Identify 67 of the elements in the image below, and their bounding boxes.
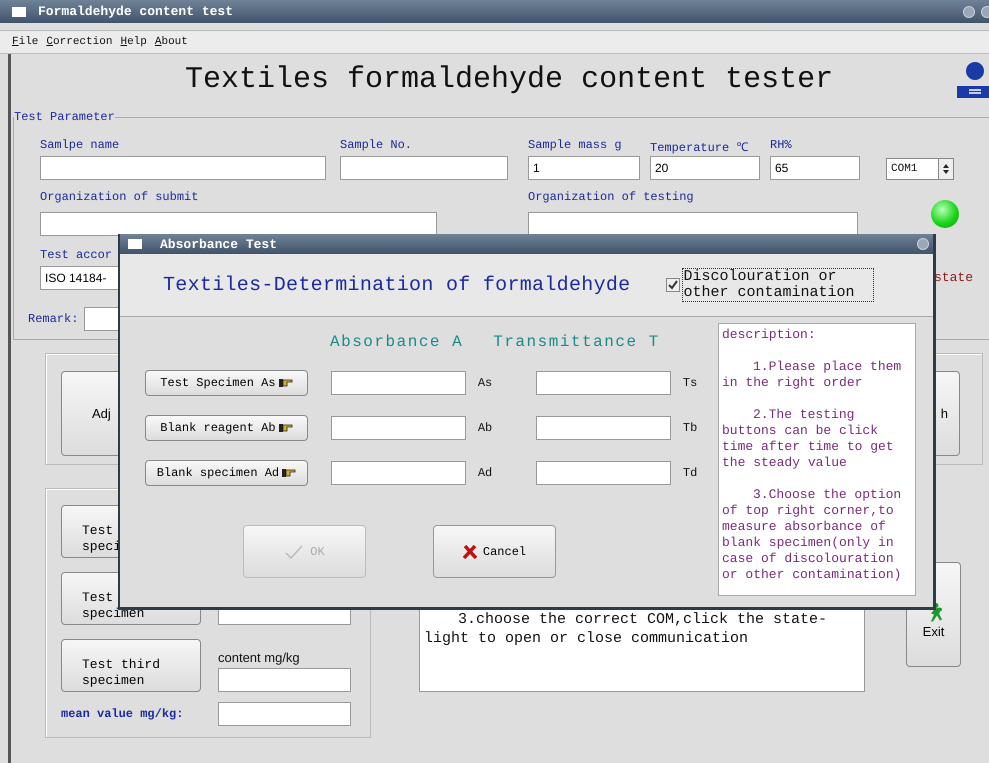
- text-field[interactable]: 1: [528, 156, 640, 180]
- measure-button[interactable]: Test Specimen As: [145, 370, 308, 396]
- field-label: Temperature ℃: [650, 140, 750, 154]
- text-field[interactable]: [528, 212, 858, 236]
- text-field[interactable]: [40, 212, 437, 236]
- dialog-title: Absorbance Test: [160, 236, 278, 252]
- port-select[interactable]: COM1: [886, 158, 954, 180]
- dialog-heading: Textiles-Determination of formaldehyde: [163, 274, 630, 296]
- measure-button[interactable]: Blank specimen Ad: [145, 460, 308, 486]
- absorbance-field[interactable]: [330, 416, 466, 440]
- mean-value-field[interactable]: [218, 702, 351, 726]
- window-icon: [128, 239, 142, 249]
- close-button[interactable]: [917, 238, 929, 250]
- field-label: Sample No.: [340, 138, 414, 154]
- unit-label: Ab: [478, 421, 494, 435]
- field-label: Organization of testing: [528, 190, 695, 206]
- group-title: Test Parameter: [14, 110, 115, 124]
- field-label: Remark:: [28, 312, 78, 326]
- field-label: Test accor: [40, 248, 114, 264]
- test-specimen-button[interactable]: Test third specimen: [61, 639, 201, 692]
- pointing-hand-icon: [282, 468, 296, 478]
- pointing-hand-icon: [278, 378, 293, 388]
- status-label: state: [934, 270, 974, 285]
- menu-item[interactable]: About: [154, 36, 188, 48]
- field-label: RH%: [770, 138, 793, 154]
- column-heading: Transmittance T: [493, 333, 660, 351]
- unit-label: Tb: [682, 421, 698, 435]
- transmittance-field[interactable]: [536, 371, 671, 395]
- text-field[interactable]: [340, 156, 508, 180]
- text-field[interactable]: 65: [770, 156, 860, 180]
- unit-label: Ts: [682, 376, 698, 390]
- checkbox[interactable]: [666, 278, 680, 292]
- mean-value-label: mean value mg/kg:: [61, 707, 184, 721]
- status-light[interactable]: [931, 200, 959, 228]
- content-label: content mg/kg: [218, 650, 301, 665]
- description-text: 1.Please place them in the right order: [722, 359, 902, 391]
- cancel-button[interactable]: Cancel: [433, 525, 556, 578]
- measure-button[interactable]: Blank reagent Ab: [145, 415, 308, 441]
- checkbox-label[interactable]: Discolouration or other contamination: [682, 268, 874, 302]
- window-title: Formaldehyde content test: [38, 4, 234, 19]
- spinner-arrows-icon: [943, 164, 949, 174]
- field-label: Organization of submit: [40, 190, 200, 206]
- transmittance-field[interactable]: [536, 461, 671, 485]
- minimize-button[interactable]: [963, 6, 975, 18]
- text-field[interactable]: 20: [650, 156, 760, 180]
- check-icon: [284, 544, 304, 560]
- column-heading: Absorbance A: [330, 333, 464, 351]
- content-field[interactable]: [218, 668, 351, 692]
- pointing-hand-icon: [278, 423, 293, 433]
- unit-label: Td: [682, 466, 698, 480]
- menu-item[interactable]: Correction: [46, 36, 112, 48]
- transmittance-field[interactable]: [536, 416, 671, 440]
- unit-label: As: [478, 376, 494, 390]
- field-label: Samlpe name: [40, 138, 120, 154]
- field-label: Sample mass g: [528, 138, 623, 154]
- menu-item[interactable]: Help: [120, 36, 147, 48]
- description-text: 2.The testing buttons can be click time after time to get the steady value: [722, 407, 895, 471]
- absorbance-field[interactable]: [330, 461, 466, 485]
- close-icon: [462, 544, 477, 558]
- menu-item[interactable]: File: [12, 36, 38, 48]
- absorbance-field[interactable]: [330, 371, 466, 395]
- logo-icon: [955, 60, 989, 100]
- unit-label: Ad: [478, 466, 494, 480]
- window-icon: [12, 6, 26, 16]
- description-title: description:: [722, 327, 817, 343]
- app-heading: Textiles formaldehyde content tester: [185, 63, 834, 97]
- text-field[interactable]: [40, 156, 326, 180]
